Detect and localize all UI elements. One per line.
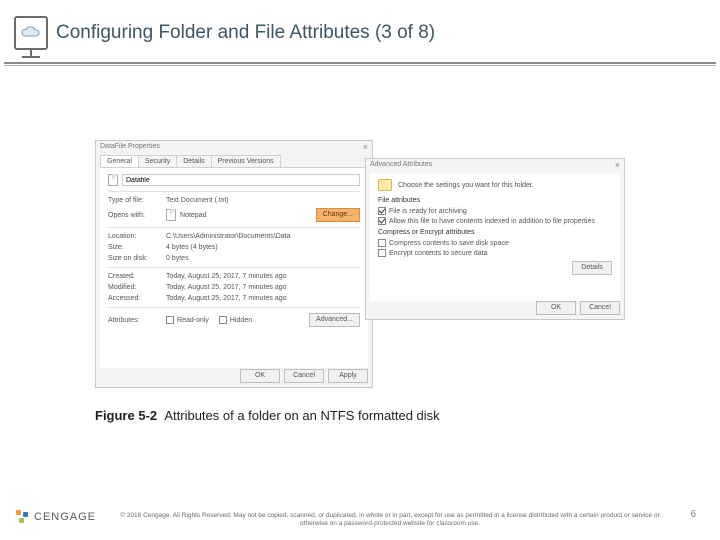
accessed-value: Today, August 25, 2017, 7 minutes ago [166, 295, 360, 302]
close-icon[interactable]: × [615, 160, 620, 170]
type-value: Text Document (.txt) [166, 197, 360, 204]
hidden-checkbox[interactable]: Hidden [219, 316, 252, 324]
opens-label: Opens with: [108, 212, 166, 219]
modified-value: Today, August 25, 2017, 7 minutes ago [166, 284, 360, 291]
cloud-monitor-icon [14, 16, 48, 50]
tab-strip: General Security Details Previous Versio… [100, 155, 368, 168]
folder-icon [378, 179, 392, 191]
adv-cancel-button[interactable]: Cancel [580, 301, 620, 315]
slide-title-row: Configuring Folder and File Attributes (… [0, 14, 720, 68]
adv-button-row: OK Cancel [536, 301, 620, 315]
size-value: 4 bytes (4 bytes) [166, 244, 360, 251]
page-number: 6 [690, 509, 696, 520]
adv-body: Choose the settings you want for this fo… [370, 173, 620, 301]
size-label: Size: [108, 244, 166, 251]
index-checkbox[interactable]: Allow this file to have contents indexed… [378, 217, 595, 225]
logo-mark-icon [16, 510, 30, 524]
document-icon [108, 174, 118, 186]
close-icon[interactable]: × [363, 142, 368, 152]
readonly-label: Read-only [177, 317, 209, 324]
dialog-button-row: OK Cancel Apply [240, 369, 368, 383]
ok-button[interactable]: OK [240, 369, 280, 383]
type-label: Type of file: [108, 197, 166, 204]
adv-ok-button[interactable]: OK [536, 301, 576, 315]
advanced-button[interactable]: Advanced... [309, 313, 360, 327]
tab-details[interactable]: Details [176, 155, 211, 167]
cengage-logo: CENGAGE [16, 510, 96, 524]
tab-security[interactable]: Security [138, 155, 177, 167]
title-rule-thin [4, 65, 716, 66]
location-label: Location: [108, 233, 166, 240]
apply-button[interactable]: Apply [328, 369, 368, 383]
archive-checkbox[interactable]: File is ready for archiving [378, 207, 467, 215]
location-value: C:\Users\Administrator\Documents\Data [166, 233, 360, 240]
tab-general[interactable]: General [100, 155, 139, 167]
attributes-label: Attributes: [108, 317, 166, 324]
notepad-icon [166, 209, 176, 221]
index-label: Allow this file to have contents indexed… [389, 218, 595, 225]
filename-input[interactable] [122, 174, 360, 186]
dialog-titlebar: DataFile Properties × [96, 141, 372, 155]
figure-number: Figure 5-2 [95, 408, 157, 423]
figure-text: Attributes of a folder on an NTFS format… [164, 408, 439, 423]
brand-text: CENGAGE [34, 511, 96, 523]
size-on-disk-label: Size on disk: [108, 255, 166, 262]
cancel-button[interactable]: Cancel [284, 369, 324, 383]
title-rule [4, 62, 716, 64]
encrypt-label: Encrypt contents to secure data [389, 250, 487, 257]
slide-title: Configuring Folder and File Attributes (… [56, 22, 435, 44]
size-on-disk-value: 0 bytes [166, 255, 360, 262]
properties-dialog: DataFile Properties × General Security D… [95, 140, 373, 388]
cloud-icon [20, 26, 42, 40]
tab-previous-versions[interactable]: Previous Versions [211, 155, 281, 167]
slide-footer: CENGAGE © 2018 Cengage. All Rights Reser… [0, 492, 720, 540]
encrypt-checkbox[interactable]: Encrypt contents to secure data [378, 249, 487, 257]
created-label: Created: [108, 273, 166, 280]
accessed-label: Accessed: [108, 295, 166, 302]
change-button[interactable]: Change... [316, 208, 360, 222]
opens-value: Notepad [180, 212, 316, 219]
dialog-title: DataFile Properties [100, 143, 160, 150]
adv-intro: Choose the settings you want for this fo… [398, 182, 534, 189]
hidden-label: Hidden [230, 317, 252, 324]
file-attributes-heading: File attributes [378, 197, 612, 204]
compress-encrypt-heading: Compress or Encrypt attributes [378, 229, 612, 236]
advanced-attributes-dialog: Advanced Attributes × Choose the setting… [365, 158, 625, 320]
compress-label: Compress contents to save disk space [389, 240, 509, 247]
adv-title: Advanced Attributes [370, 161, 432, 168]
details-button[interactable]: Details [572, 261, 612, 275]
adv-titlebar: Advanced Attributes × [366, 159, 624, 173]
general-panel: Type of file:Text Document (.txt) Opens … [100, 168, 368, 368]
archive-label: File is ready for archiving [389, 208, 467, 215]
created-value: Today, August 25, 2017, 7 minutes ago [166, 273, 360, 280]
copyright-text: © 2018 Cengage. All Rights Reserved. May… [120, 512, 660, 528]
readonly-checkbox[interactable]: Read-only [166, 316, 209, 324]
modified-label: Modified: [108, 284, 166, 291]
compress-checkbox[interactable]: Compress contents to save disk space [378, 239, 509, 247]
figure-caption: Figure 5-2 Attributes of a folder on an … [95, 408, 440, 423]
